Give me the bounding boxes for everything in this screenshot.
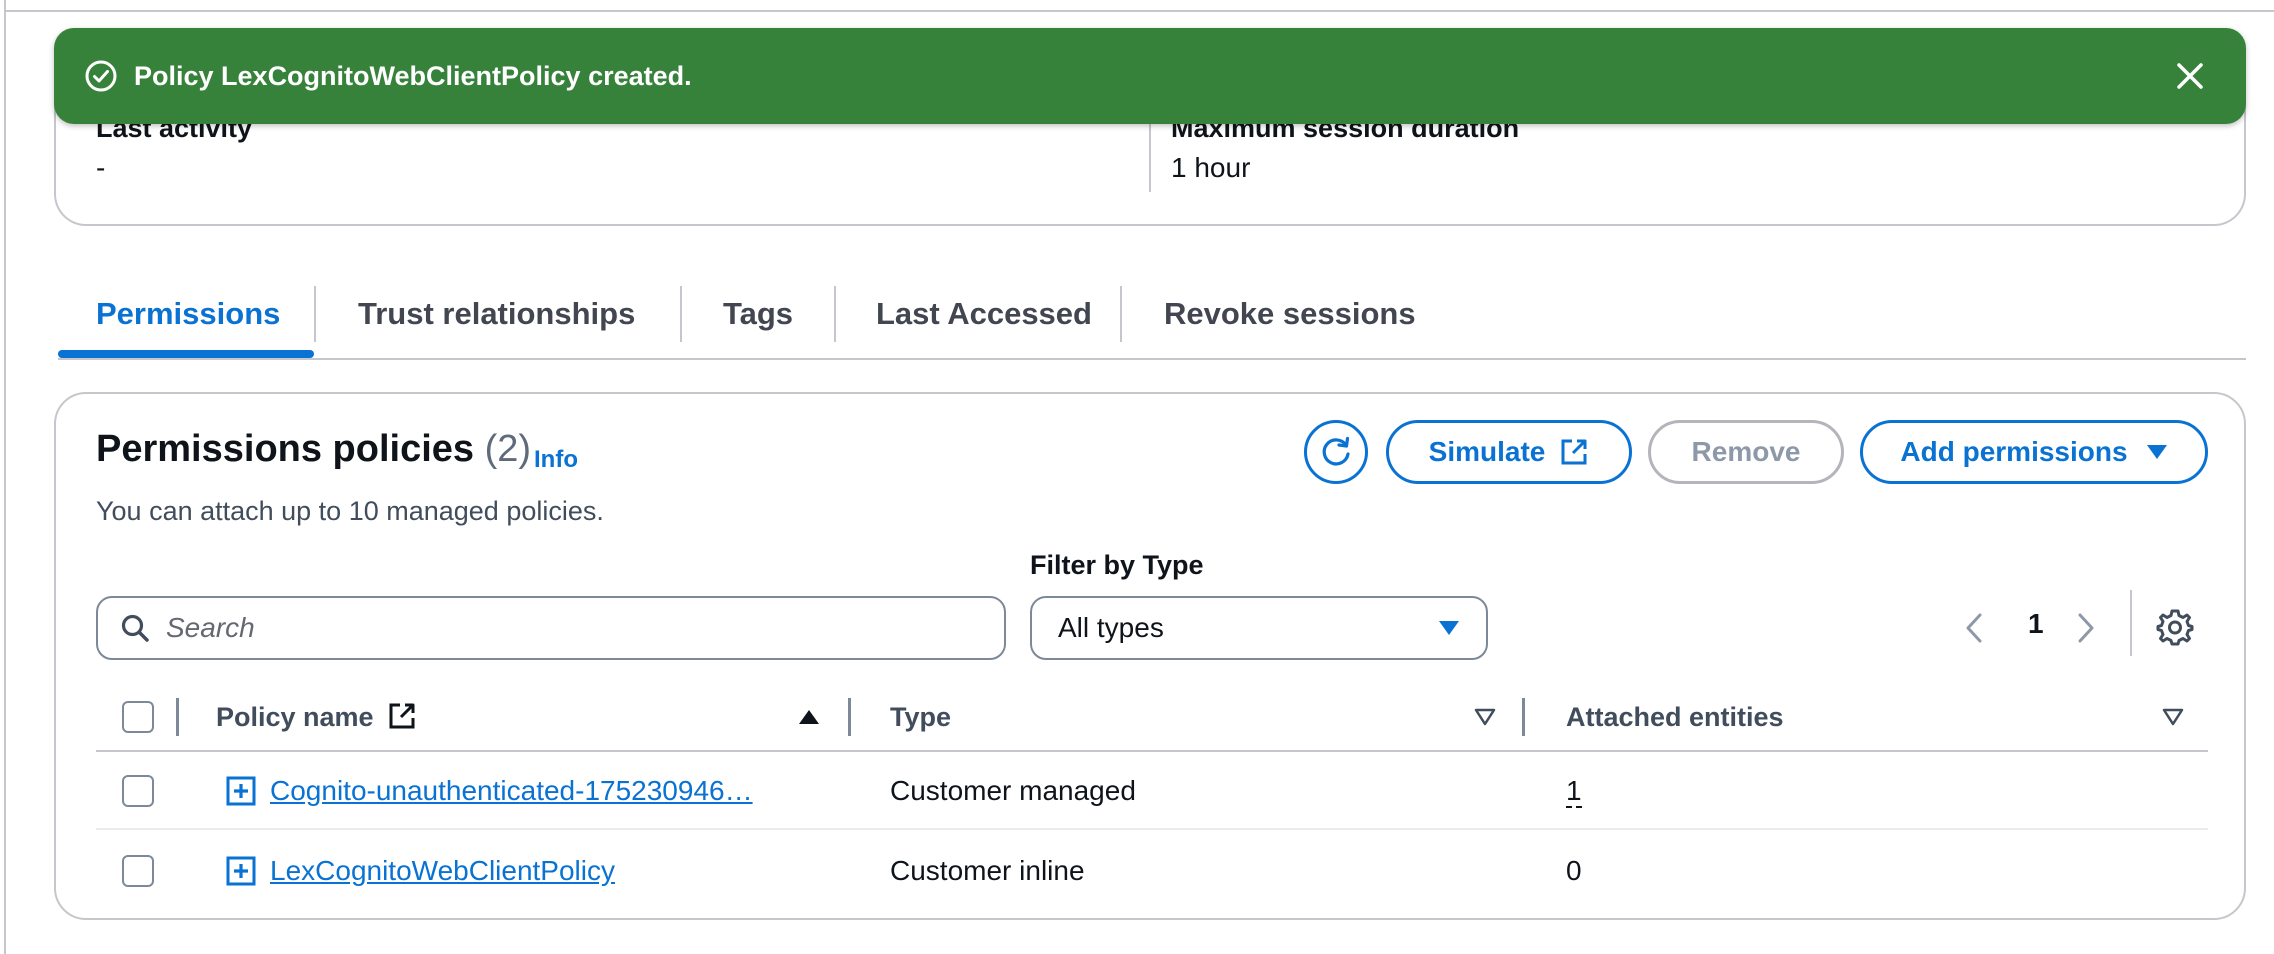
- column-resizer[interactable]: [1522, 698, 1525, 736]
- select-all-checkbox[interactable]: [122, 701, 154, 733]
- table-header: Policy name Type Attached entities: [96, 684, 2208, 752]
- max-session-value: 1 hour: [1171, 152, 1251, 183]
- caret-down-icon: [1439, 621, 1459, 635]
- column-divider: [1149, 112, 1151, 192]
- section-title: Permissions policies (2): [96, 428, 531, 471]
- add-permissions-label: Add permissions: [1900, 436, 2128, 467]
- sort-ascending-icon[interactable]: [798, 708, 820, 726]
- info-link[interactable]: Info: [534, 446, 578, 474]
- permissions-policies-container: Permissions policies (2) Info You can at…: [54, 392, 2246, 920]
- table-preferences-button[interactable]: [2156, 608, 2194, 651]
- sort-icon[interactable]: [1474, 708, 1496, 726]
- attached-entities-cell: 0: [1566, 855, 1582, 886]
- close-icon[interactable]: [2170, 56, 2210, 96]
- row-checkbox[interactable]: [122, 775, 154, 807]
- tab-separator: [314, 286, 316, 342]
- simulate-label: Simulate: [1428, 436, 1546, 467]
- table-row: Cognito-unauthenticated-175230946… Custo…: [96, 752, 2208, 830]
- column-header-policy-name[interactable]: Policy name: [216, 684, 417, 750]
- tab-trust-relationships[interactable]: Trust relationships: [358, 270, 635, 360]
- policy-name-cell: LexCognitoWebClientPolicy: [270, 832, 615, 910]
- policy-type-cell: Customer inline: [890, 855, 1085, 886]
- check-circle-icon: [84, 59, 118, 93]
- search-icon: [121, 614, 149, 642]
- attached-entities-count[interactable]: 1: [1566, 776, 1582, 808]
- add-permissions-button[interactable]: Add permissions: [1860, 420, 2208, 484]
- section-title-text: Permissions policies: [96, 428, 475, 470]
- tabs-divider: [58, 358, 2246, 360]
- external-link-icon: [389, 703, 415, 729]
- policy-name-link[interactable]: LexCognitoWebClientPolicy: [270, 855, 615, 886]
- column-header-type[interactable]: Type: [890, 684, 951, 750]
- tab-permissions[interactable]: Permissions: [96, 270, 280, 360]
- previous-page-button[interactable]: [1964, 606, 1984, 650]
- success-flashbar: Policy LexCognitoWebClientPolicy created…: [54, 28, 2246, 124]
- tab-revoke-sessions[interactable]: Revoke sessions: [1164, 270, 1416, 360]
- remove-button[interactable]: Remove: [1648, 420, 1844, 484]
- caret-down-icon: [2146, 445, 2167, 459]
- simulate-button[interactable]: Simulate: [1386, 420, 1632, 484]
- filter-by-type-label: Filter by Type: [1030, 550, 1204, 580]
- column-resizer[interactable]: [848, 698, 851, 736]
- tab-last-accessed[interactable]: Last Accessed: [876, 270, 1092, 360]
- search-field[interactable]: [96, 596, 1006, 660]
- page-divider: [4, 10, 2274, 12]
- type-filter-value: All types: [1058, 612, 1164, 643]
- row-checkbox[interactable]: [122, 855, 154, 887]
- policy-name-cell: Cognito-unauthenticated-175230946…: [270, 752, 753, 830]
- table-row: LexCognitoWebClientPolicy Customer inlin…: [96, 832, 2208, 910]
- role-tabs: Permissions Trust relationships Tags Las…: [58, 270, 2246, 360]
- gear-icon: [2156, 609, 2194, 646]
- active-tab-indicator: [58, 350, 314, 358]
- refresh-button[interactable]: [1304, 420, 1368, 484]
- flash-message: Policy LexCognitoWebClientPolicy created…: [134, 60, 692, 91]
- attached-entities-cell: 1: [1566, 752, 1582, 830]
- tab-separator: [680, 286, 682, 342]
- expand-icon[interactable]: [226, 856, 256, 886]
- expand-icon[interactable]: [226, 776, 256, 806]
- chevron-right-icon: [2078, 613, 2094, 643]
- tab-tags[interactable]: Tags: [723, 270, 793, 360]
- page-border: [4, 0, 6, 954]
- chevron-left-icon: [1966, 613, 1982, 643]
- column-header-attached-entities[interactable]: Attached entities: [1566, 684, 1784, 750]
- tab-separator: [1120, 286, 1122, 342]
- section-description: You can attach up to 10 managed policies…: [96, 496, 604, 526]
- pager-divider: [2130, 590, 2132, 656]
- column-resizer[interactable]: [176, 698, 179, 736]
- policy-count: (2): [484, 428, 532, 470]
- type-filter-select[interactable]: All types: [1030, 596, 1488, 660]
- next-page-button[interactable]: [2076, 606, 2096, 650]
- search-input[interactable]: [166, 612, 946, 644]
- iam-role-page: Last activity - Maximum session duration…: [0, 0, 2274, 954]
- external-link-icon: [1561, 439, 1587, 465]
- current-page-number[interactable]: 1: [2028, 608, 2044, 640]
- tab-separator: [834, 286, 836, 342]
- refresh-icon: [1322, 436, 1350, 466]
- policy-type-cell: Customer managed: [890, 775, 1136, 806]
- last-activity-value: -: [96, 152, 106, 183]
- sort-icon[interactable]: [2162, 708, 2184, 726]
- policy-name-header-text: Policy name: [216, 702, 374, 732]
- policy-name-link[interactable]: Cognito-unauthenticated-175230946…: [270, 775, 753, 806]
